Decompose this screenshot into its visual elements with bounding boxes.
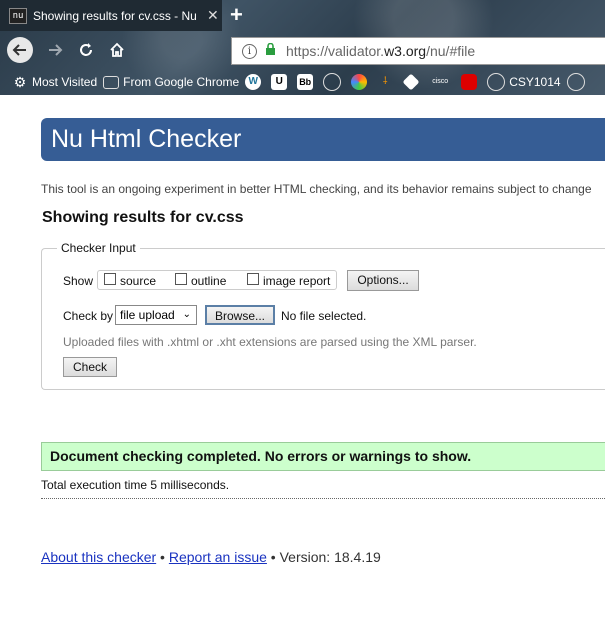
check-by-select[interactable]: file upload ⌄ <box>115 305 197 325</box>
footer-separator: • <box>266 549 280 565</box>
check-button[interactable]: Check <box>63 357 117 377</box>
folder-icon <box>103 75 120 89</box>
check-by-label: Check by <box>63 309 114 323</box>
colorful-icon[interactable] <box>351 74 368 90</box>
about-checker-link[interactable]: About this checker <box>41 549 156 565</box>
report-issue-link[interactable]: Report an issue <box>169 549 267 565</box>
divider <box>41 498 605 499</box>
footer: About this checker • Report an issue • V… <box>41 549 381 565</box>
uon-icon[interactable]: U <box>271 74 288 90</box>
success-message: Document checking completed. No errors o… <box>41 442 605 471</box>
bookmark-from-google-chrome[interactable]: From Google Chrome <box>103 75 239 89</box>
globe-icon[interactable] <box>566 73 585 91</box>
bookmark-label: From Google Chrome <box>123 75 240 89</box>
home-button[interactable] <box>104 37 130 63</box>
cisco-icon[interactable]: cisco <box>429 74 451 90</box>
version-text: Version: 18.4.19 <box>279 549 381 565</box>
footer-separator: • <box>156 549 169 565</box>
options-button[interactable]: Options... <box>347 270 419 291</box>
bookmark-label: CSY1014 <box>509 75 561 89</box>
nu-favicon-icon: nu <box>9 7 27 24</box>
tab-title: Showing results for cv.css - Nu Html Che… <box>33 8 201 23</box>
globe-icon <box>487 73 506 91</box>
source-label[interactable]: source <box>120 274 156 288</box>
oracle-icon[interactable] <box>461 74 478 90</box>
page-banner: Nu Html Checker <box>41 118 605 161</box>
xml-parser-hint: Uploaded files with .xhtml or .xht exten… <box>63 335 477 349</box>
close-tab-icon[interactable]: ✕ <box>207 7 219 24</box>
info-icon[interactable]: i <box>242 43 257 59</box>
page-title: Showing results for cv.css <box>42 209 244 226</box>
outline-label[interactable]: outline <box>191 274 226 288</box>
globe-icon[interactable] <box>323 73 342 91</box>
lock-icon[interactable] <box>265 42 276 59</box>
browse-button[interactable]: Browse... <box>205 305 275 325</box>
bookmark-label: Most Visited <box>32 75 98 89</box>
address-bar[interactable]: i https://validator. w3.org/nu/#file <box>231 37 605 65</box>
navigation-bar: i https://validator. w3.org/nu/#file <box>0 31 605 69</box>
intro-text: This tool is an ongoing experiment in be… <box>41 182 592 196</box>
new-tab-button[interactable]: + <box>230 2 243 28</box>
forward-arrow-icon <box>49 44 63 56</box>
browser-chrome: nu Showing results for cv.css - Nu Html … <box>0 0 605 95</box>
bookmark-csy1014[interactable]: CSY1014 <box>487 73 561 91</box>
diamond-icon[interactable] <box>402 73 420 91</box>
url-path: /nu/#file <box>426 43 476 59</box>
wordpress-icon[interactable]: W <box>245 74 262 90</box>
image-report-checkbox[interactable] <box>247 273 259 285</box>
bookmarks-bar: ⚙ Most Visited From Google Chrome W U Bb… <box>0 69 605 95</box>
back-arrow-icon <box>12 44 26 56</box>
chevron-down-icon: ⌄ <box>182 309 191 320</box>
home-icon <box>110 42 124 57</box>
show-label: Show <box>63 274 94 288</box>
blackboard-icon[interactable]: Bb <box>297 74 314 90</box>
fieldset-legend: Checker Input <box>57 241 140 255</box>
execution-time: Total execution time 5 milliseconds. <box>41 478 230 492</box>
reload-icon <box>80 43 92 56</box>
file-status: No file selected. <box>281 309 367 323</box>
gear-icon: ⚙ <box>13 74 27 90</box>
outline-checkbox[interactable] <box>175 273 187 285</box>
source-checkbox[interactable] <box>104 273 116 285</box>
bookmark-most-visited[interactable]: ⚙ Most Visited <box>12 74 97 90</box>
forward-button[interactable] <box>42 37 68 63</box>
url-prefix: https://validator. <box>286 43 385 59</box>
image-report-label[interactable]: image report <box>263 274 330 288</box>
reload-button[interactable] <box>73 37 99 63</box>
url-host: w3.org <box>384 43 427 59</box>
check-by-value: file upload <box>120 308 175 322</box>
back-button[interactable] <box>7 37 33 63</box>
tool-icon[interactable]: ⸸ <box>377 74 393 90</box>
browser-tab[interactable]: nu Showing results for cv.css - Nu Html … <box>0 0 222 31</box>
